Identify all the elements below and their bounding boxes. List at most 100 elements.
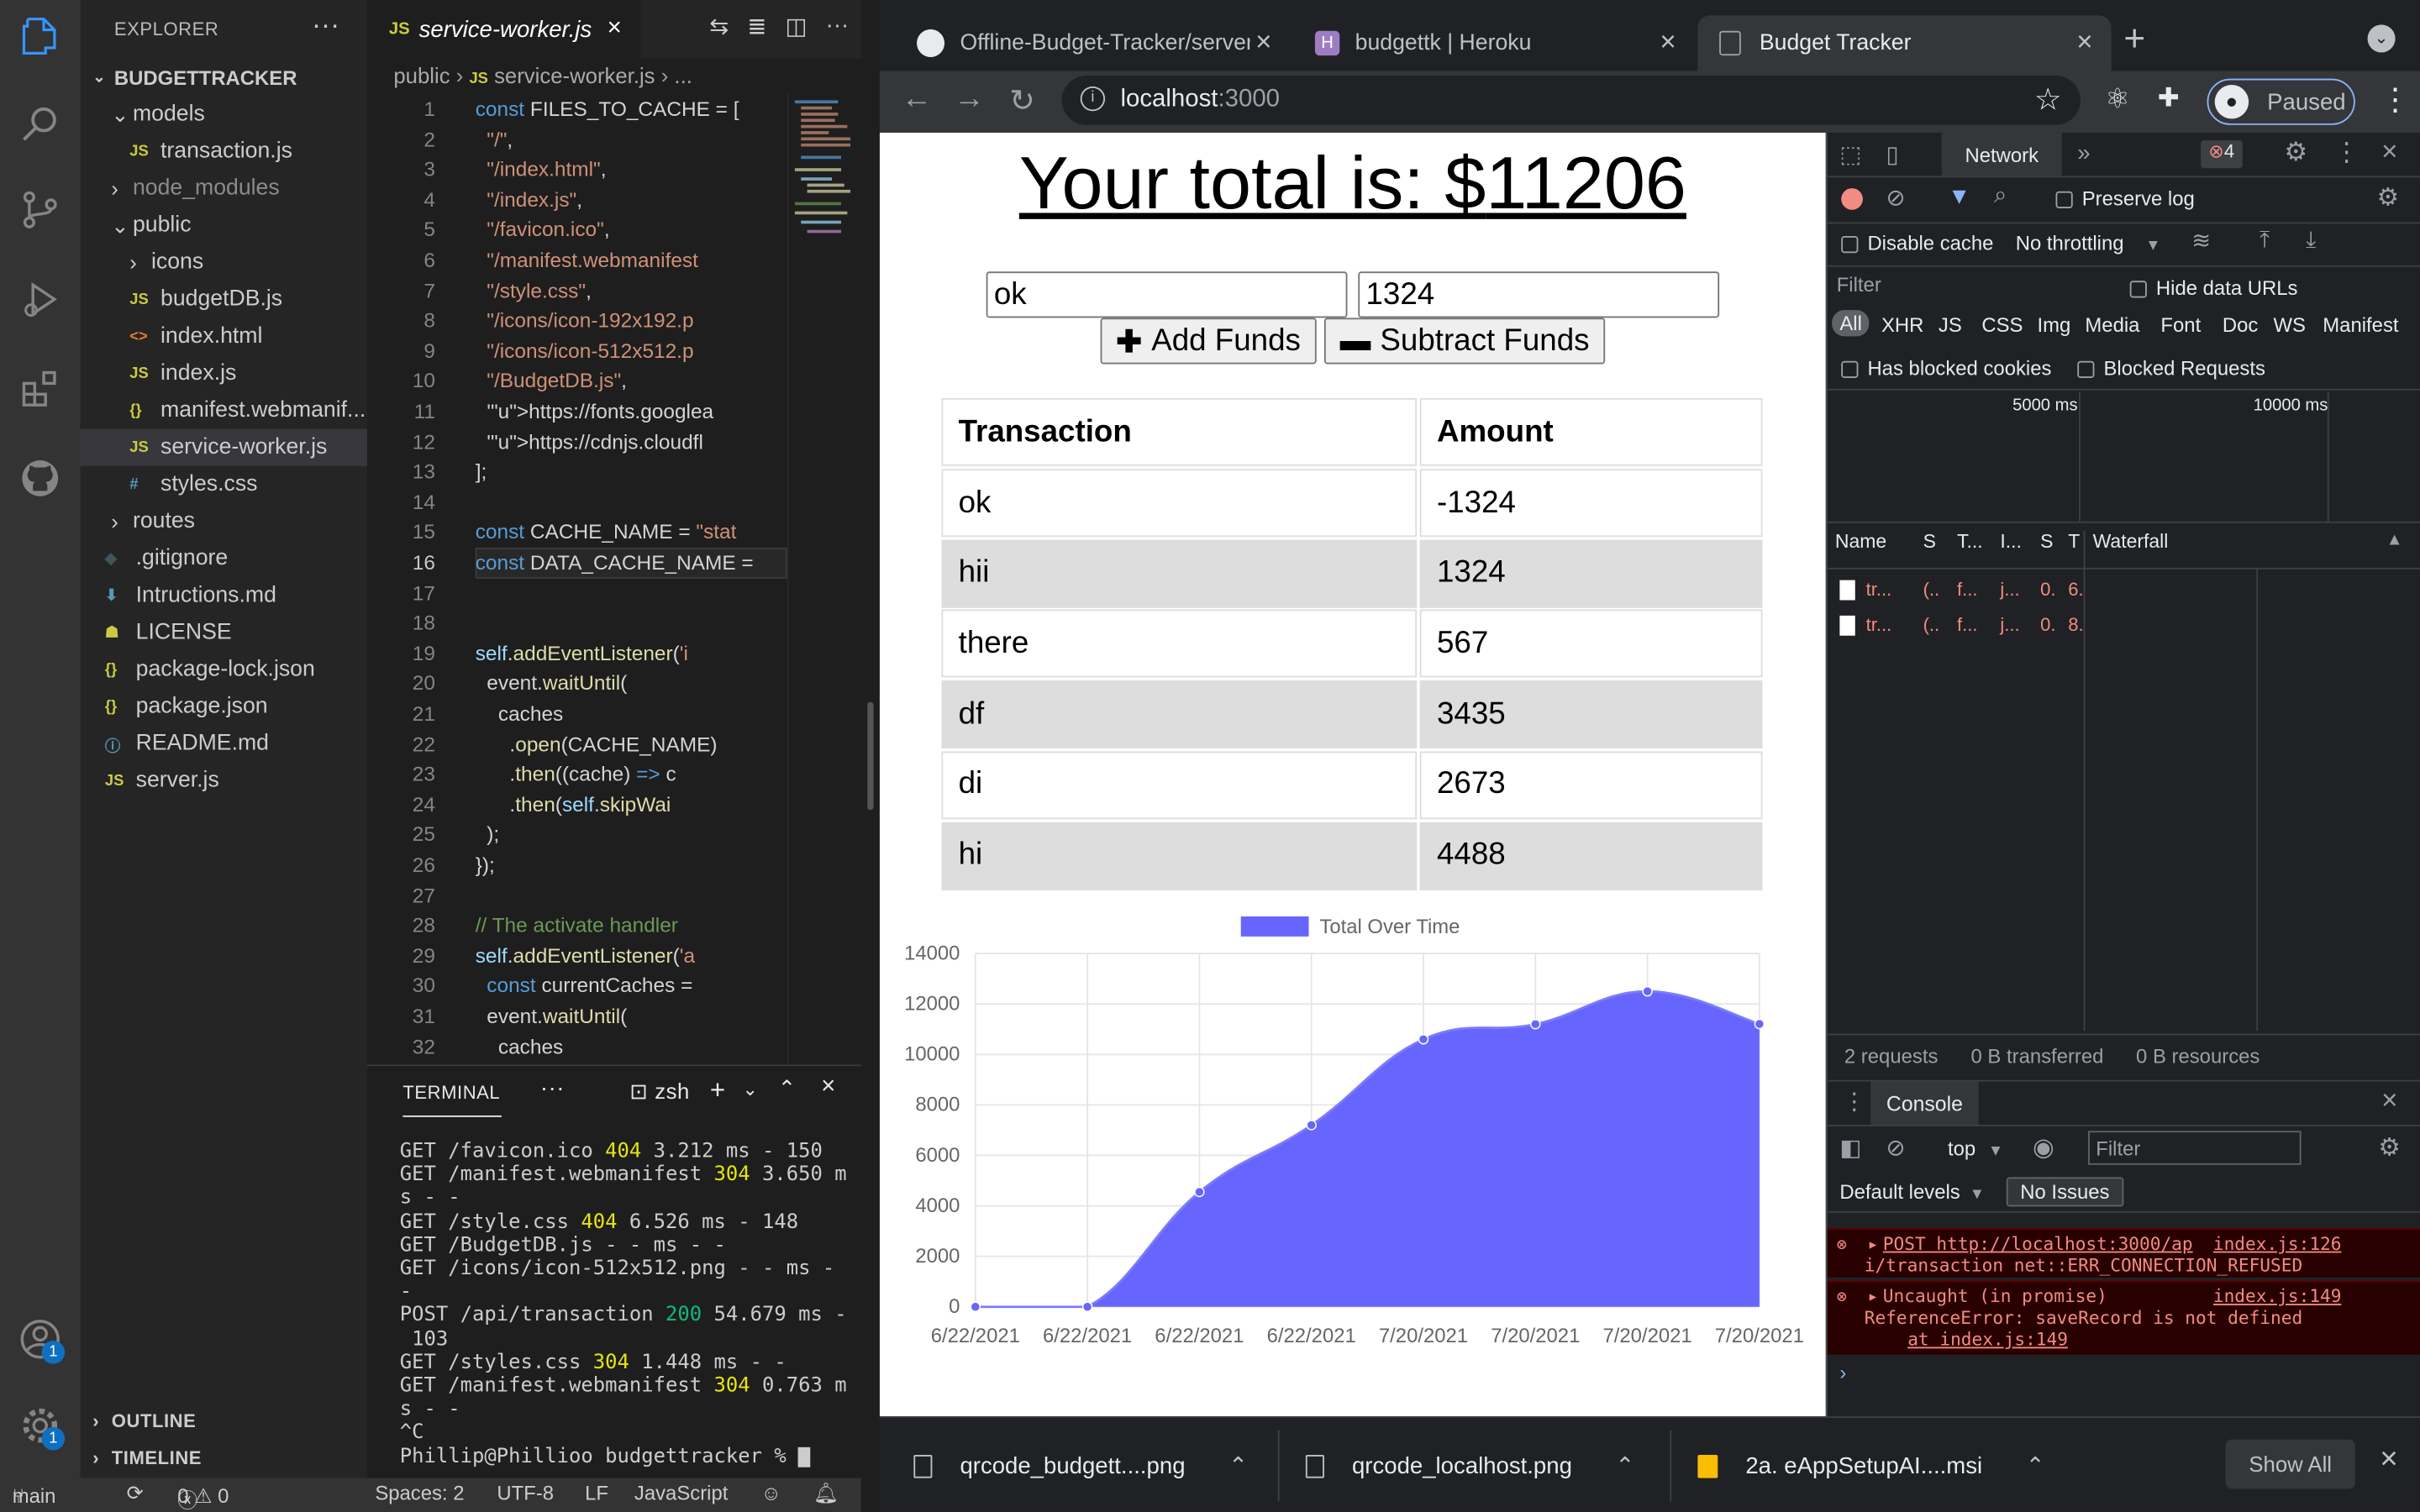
feedback-icon[interactable]: ☺ [761, 1481, 781, 1504]
filter-doc[interactable]: Doc [2223, 313, 2258, 337]
issues-button[interactable]: No Issues [2006, 1177, 2123, 1207]
run-debug-icon[interactable] [0, 262, 81, 336]
tree-item[interactable]: JS server.js [81, 762, 368, 799]
address-bar[interactable]: i localhost:3000 ☆ [1061, 75, 2081, 125]
more-actions-icon[interactable]: ··· [312, 9, 339, 42]
filter-manifest[interactable]: Manifest [2323, 313, 2398, 337]
tab-terminal[interactable]: TERMINAL [402, 1082, 500, 1104]
drawer-menu-icon[interactable]: ⋮ [1843, 1088, 1866, 1116]
device-toolbar-icon[interactable]: ▯ [1886, 140, 1898, 168]
indentation[interactable]: Spaces: 2 [375, 1481, 464, 1504]
bell-icon[interactable]: 🔔︎ [813, 1481, 839, 1505]
chevron-down-icon[interactable]: ⌄ [742, 1079, 758, 1100]
react-devtools-icon[interactable]: ⚛ [2105, 83, 2130, 116]
back-icon[interactable]: ← [902, 81, 933, 117]
search-icon[interactable] [0, 87, 81, 160]
more-actions-icon[interactable]: ··· [540, 1075, 565, 1101]
add-terminal-icon[interactable]: + [710, 1075, 726, 1106]
tree-item[interactable]: {} package-lock.json [81, 651, 368, 688]
filter-icon[interactable]: ▼ [1948, 184, 1970, 210]
accounts-icon[interactable]: 1 [0, 1302, 81, 1376]
tree-item[interactable]: › routes [81, 503, 368, 540]
profile-button[interactable]: ● Paused [2207, 78, 2355, 125]
tree-item[interactable]: ⓘ README.md [81, 725, 368, 762]
chevron-up-icon[interactable]: ⌃ [2026, 1452, 2045, 1479]
tree-item[interactable]: › node_modules [81, 170, 368, 207]
request-row[interactable]: tr... (.. f... j... 0. 6. [1828, 574, 2084, 607]
bookmark-star-icon[interactable]: ☆ [2034, 81, 2062, 119]
tab-heroku[interactable]: H budgettk | Heroku × [1306, 15, 1695, 71]
compare-icon[interactable]: ⇆ [709, 13, 729, 40]
error-source-link[interactable]: index.js:126 [2213, 1233, 2342, 1255]
menu-kebab-icon[interactable]: ⋮ [2333, 137, 2360, 168]
github-icon[interactable] [0, 441, 81, 515]
tab-network[interactable]: Network [1941, 132, 2062, 176]
menu-kebab-icon[interactable]: ⋮ [2380, 81, 2411, 119]
tree-item[interactable]: ⬇ Intructions.md [81, 577, 368, 614]
throttling-select[interactable]: No throttling ▼ [2016, 232, 2161, 255]
column-waterfall[interactable]: Waterfall [2093, 531, 2169, 553]
inspect-element-icon[interactable]: ⬚ [1839, 140, 1861, 168]
error-message[interactable]: POST http://localhost:3000/ap [1883, 1233, 2193, 1255]
clear-icon[interactable]: ⊘ [1886, 184, 1905, 211]
column-initiator[interactable]: I... [2000, 531, 2022, 553]
tab-search-icon[interactable]: ⌄ [2367, 24, 2396, 53]
source-control-icon[interactable] [0, 173, 81, 247]
terminal-shell-selector[interactable]: ⊡ zsh [629, 1079, 689, 1105]
search-icon[interactable]: ⌕ [1994, 182, 2007, 208]
disable-cache-checkbox[interactable]: Disable cache [1841, 232, 1993, 255]
column-time[interactable]: T [2068, 531, 2080, 553]
close-icon[interactable]: × [2381, 1084, 2397, 1117]
chevron-up-icon[interactable]: ⌃ [1615, 1452, 1634, 1479]
error-counter[interactable]: ⊗4 [2201, 140, 2243, 169]
filter-js[interactable]: JS [1939, 313, 1962, 337]
more-actions-icon[interactable]: ··· [826, 13, 850, 40]
tree-item[interactable]: # styles.css [81, 466, 368, 503]
clear-console-icon[interactable]: ⊘ [1886, 1134, 1905, 1162]
console-prompt[interactable]: › [1839, 1361, 1846, 1384]
open-changes-icon[interactable]: ≣ [747, 13, 766, 40]
error-stack[interactable]: at index.js:149 [1907, 1328, 2068, 1350]
tree-item[interactable]: › icons [81, 244, 368, 281]
record-icon[interactable] [1841, 188, 1863, 210]
timeline-section[interactable]: › TIMELINE [81, 1440, 368, 1477]
tree-item[interactable]: ◆ .gitignore [81, 540, 368, 577]
tree-item[interactable]: ☗ LICENSE [81, 614, 368, 651]
upload-icon[interactable]: ⤒ [2260, 227, 2270, 253]
data-point[interactable] [1081, 1301, 1093, 1312]
forward-icon[interactable]: → [954, 81, 985, 117]
window-divider[interactable] [860, 0, 880, 1512]
data-point[interactable] [1530, 1018, 1541, 1030]
transaction-amount-input[interactable]: 1324 [1358, 271, 1720, 318]
column-type[interactable]: T... [1957, 531, 1983, 553]
close-icon[interactable]: × [1660, 26, 1676, 59]
scrollbar-thumb[interactable] [867, 701, 874, 811]
breadcrumb-file[interactable]: service-worker.js [494, 63, 655, 87]
filter-all[interactable]: All [1832, 310, 1870, 337]
explorer-icon[interactable] [0, 0, 81, 74]
tree-item[interactable]: JS budgetDB.js [81, 281, 368, 318]
outline-section[interactable]: › OUTLINE [81, 1403, 368, 1440]
more-tabs-icon[interactable]: » [2077, 140, 2090, 166]
data-point[interactable] [1754, 1018, 1765, 1030]
new-tab-button[interactable]: + [2123, 18, 2145, 61]
column-size[interactable]: S [2040, 531, 2053, 553]
hide-data-urls-checkbox[interactable]: Hide data URLs [2129, 276, 2297, 299]
tree-item[interactable]: ⌄ public [81, 207, 368, 244]
line-endings[interactable]: LF [585, 1481, 608, 1504]
chevron-up-icon[interactable]: ⌃ [1228, 1452, 1248, 1479]
tree-item[interactable]: JS service-worker.js [80, 428, 368, 466]
preserve-log-checkbox[interactable]: Preserve log [2055, 186, 2195, 210]
close-icon[interactable]: × [608, 15, 622, 43]
encoding[interactable]: UTF-8 [497, 1481, 554, 1504]
expand-triangle-icon[interactable]: ▸ [1867, 1285, 1878, 1307]
close-icon[interactable]: × [2381, 136, 2397, 169]
tree-item[interactable]: {} manifest.webmanif... [81, 392, 368, 429]
sidebar-toggle-icon[interactable]: ◧ [1839, 1134, 1861, 1162]
column-name[interactable]: Name [1835, 531, 1886, 553]
split-editor-icon[interactable]: ◫ [786, 13, 808, 40]
tab-service-worker[interactable]: JS service-worker.js × [367, 0, 643, 59]
subtract-funds-button[interactable]: ▬ Subtract Funds [1323, 318, 1606, 365]
filter-ws[interactable]: WS [2274, 313, 2306, 337]
tree-item[interactable]: <> index.html [81, 318, 368, 354]
